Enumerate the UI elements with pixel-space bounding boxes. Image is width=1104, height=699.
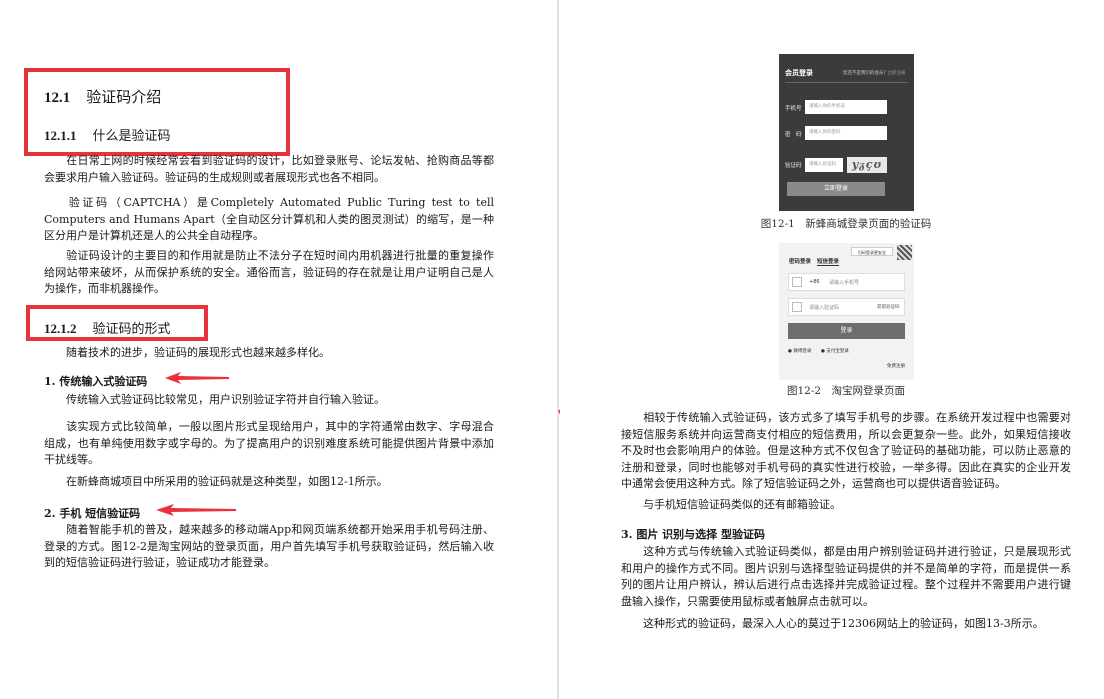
alipay-login-link[interactable]: ● 支付宝登录 — [821, 348, 849, 354]
paragraph: 验证码（CAPTCHA）是Completely Automated Public… — [44, 196, 494, 242]
figure-12-2-screenshot: 扫码登录更安全 密码登录 短信登录 +86 请输入手机号 请输入验证码 获取验证… — [779, 243, 914, 380]
figure-caption: 图12-2 淘宝网登录页面 — [786, 385, 906, 397]
paragraph: 与手机短信验证码类似的还有邮箱验证。 — [643, 498, 841, 511]
highlight-box — [24, 68, 290, 156]
phone-label: 手机号 — [785, 106, 802, 112]
phone-field[interactable]: +86 请输入手机号 — [788, 273, 905, 291]
subsection-heading: 3. 图片 识别与选择 型验证码 — [621, 528, 765, 541]
paragraph: 这种方式与传统输入式验证码类似，都是由用户辨别验证码并进行验证，只是展现形式和用… — [621, 545, 1071, 608]
password-input[interactable]: 请输入你的密码 — [805, 126, 887, 140]
password-label: 密 码 — [785, 132, 802, 138]
phone-input[interactable]: 请输入你的手机号 — [805, 100, 887, 114]
captcha-label: 验证码 — [785, 163, 802, 169]
qr-hint-badge: 扫码登录更安全 — [851, 247, 893, 256]
phone-icon — [792, 277, 802, 287]
captcha-input[interactable]: 请输入验证码 — [805, 158, 843, 172]
login-button[interactable]: 立即登录 — [787, 182, 885, 196]
member-hint: 您还不是我们的会员? 立即注册 — [843, 71, 906, 76]
divider-line — [785, 82, 908, 83]
paragraph: 随着智能手机的普及，越来越多的移动端App和网页端系统都开始采用手机号码注册、登… — [44, 523, 494, 569]
arrow-left-icon — [165, 372, 229, 384]
tab-sms-login[interactable]: 短信登录 — [817, 257, 840, 266]
paragraph: 相较于传统输入式验证码，该方式多了填写手机号的步骤。在系统开发过程中也需要对接短… — [621, 411, 1071, 490]
subsection-heading: 2. 手机 短信验证码 — [44, 507, 141, 520]
weibo-login-link[interactable]: ● 微博登录 — [788, 348, 811, 354]
sms-code-field[interactable]: 请输入验证码 获取验证码 — [788, 298, 905, 316]
paragraph: 在新蜂商城项目中所采用的验证码就是这种类型，如图12-1所示。 — [66, 475, 388, 488]
paragraph: 验证码设计的主要目的和作用就是防止不法分子在短时间内用机器进行批量的重复操作给网… — [44, 249, 494, 295]
sms-login-button[interactable]: 登录 — [788, 323, 905, 339]
code-placeholder: 请输入验证码 — [809, 305, 840, 311]
qr-code-icon[interactable] — [897, 245, 912, 260]
tab-password-login[interactable]: 密码登录 — [789, 257, 811, 265]
get-code-button[interactable]: 获取验证码 — [877, 304, 900, 310]
paragraph: 随着技术的进步，验证码的展现形式也越来越多样化。 — [66, 346, 330, 359]
country-code: +86 — [809, 279, 820, 285]
arrow-left-icon — [156, 504, 236, 516]
paragraph: 在日常上网的时候经常会看到验证码的设计，比如登录账号、论坛发帖、抢购商品等都会要… — [44, 154, 494, 184]
paragraph: 这种形式的验证码，最深入人心的莫过于12306网站上的验证码，如图13-3所示。 — [643, 617, 1044, 630]
login-title: 会员登录 — [785, 69, 813, 77]
page-divider — [557, 0, 559, 699]
paragraph: 传统输入式验证码比较常见，用户识别验证字符并自行输入验证。 — [66, 393, 385, 406]
left-page: 12.1 验证码介绍 12.1.1 什么是验证码 在日常上网的时候经常会看到验证码的… — [0, 0, 556, 699]
register-link[interactable]: 免费注册 — [887, 363, 905, 369]
figure-caption: 图12-1 新蜂商城登录页面的验证码 — [760, 218, 932, 230]
captcha-image[interactable]: yᵹçʊ — [847, 157, 887, 173]
highlight-box — [26, 305, 208, 341]
paragraph: 该实现方式比较简单，一般以图片形式呈现给用户，其中的字符通常由数字、字母混合组成… — [44, 420, 494, 466]
figure-12-1-screenshot: 会员登录 您还不是我们的会员? 立即注册 手机号 请输入你的手机号 密 码 请输… — [779, 54, 914, 211]
shield-icon — [792, 302, 802, 312]
phone-placeholder: 请输入手机号 — [829, 280, 860, 286]
subsection-heading: 1. 传统输入式验证码 — [44, 375, 148, 388]
